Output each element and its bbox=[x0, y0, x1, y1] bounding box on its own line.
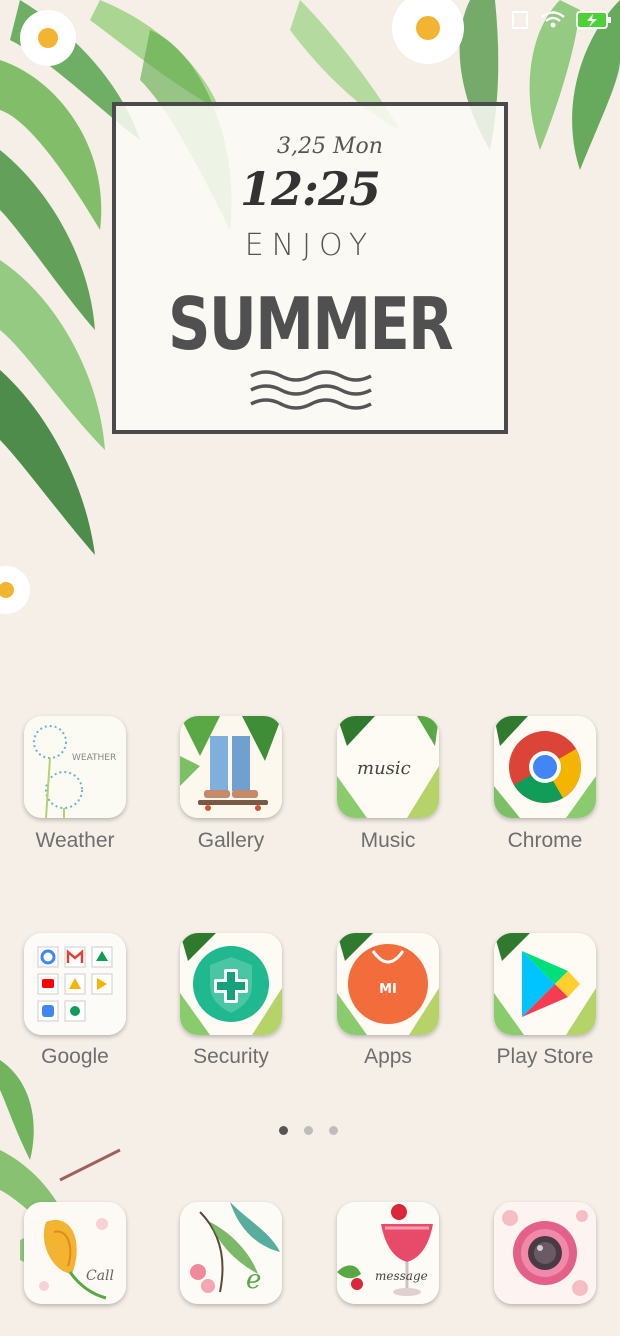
dock-messages-app[interactable]: message bbox=[337, 1202, 439, 1304]
widget-time: 12:25 bbox=[239, 162, 381, 216]
weather-app-icon[interactable]: WEATHER bbox=[24, 716, 126, 818]
dock-browser-app[interactable]: e bbox=[180, 1202, 282, 1304]
app-label-music: Music bbox=[360, 829, 416, 852]
wifi-icon bbox=[541, 11, 565, 28]
clock-widget[interactable]: 3,25 Mon 12:25 ENJOY SUMMER bbox=[112, 102, 508, 434]
message-icon-text: message bbox=[375, 1269, 428, 1283]
gallery-app-icon[interactable] bbox=[180, 716, 282, 818]
waves-icon bbox=[250, 370, 372, 410]
chrome-icon bbox=[494, 716, 596, 818]
google-folder-icon bbox=[24, 933, 126, 1035]
page-indicator[interactable] bbox=[279, 1126, 338, 1135]
music-app-icon[interactable]: music bbox=[337, 716, 439, 818]
play-store-app-icon[interactable] bbox=[494, 933, 596, 1035]
mi-apps-icon: MI bbox=[337, 933, 439, 1035]
call-icon-text: Call bbox=[86, 1268, 114, 1284]
status-bar bbox=[510, 10, 612, 30]
mi-apps-app-icon[interactable]: MI bbox=[337, 933, 439, 1035]
widget-summer-text: SUMMER bbox=[168, 282, 454, 366]
weather-icon-text: WEATHER bbox=[72, 753, 116, 763]
security-app-icon[interactable] bbox=[180, 933, 282, 1035]
weather-icon: WEATHER bbox=[24, 716, 126, 818]
battery-charging-icon bbox=[576, 11, 611, 29]
camera-icon bbox=[494, 1202, 596, 1304]
app-label-play-store: Play Store bbox=[496, 1045, 594, 1068]
play-store-icon bbox=[494, 933, 596, 1035]
music-icon: music bbox=[337, 716, 439, 818]
dock-camera-app[interactable] bbox=[494, 1202, 596, 1304]
sim-icon bbox=[512, 11, 528, 29]
music-icon-text: music bbox=[357, 758, 411, 779]
chrome-app-icon[interactable] bbox=[494, 716, 596, 818]
gallery-icon bbox=[180, 716, 282, 818]
page-dot-1[interactable] bbox=[279, 1126, 288, 1135]
dock-phone-app[interactable]: Call bbox=[24, 1202, 126, 1304]
browser-icon-text: e bbox=[246, 1265, 261, 1295]
widget-date: 3,25 Mon bbox=[277, 134, 383, 159]
app-label-chrome: Chrome bbox=[507, 829, 583, 852]
app-label-google: Google bbox=[41, 1045, 109, 1068]
app-label-apps: Apps bbox=[364, 1045, 412, 1068]
security-icon bbox=[180, 933, 282, 1035]
browser-icon: e bbox=[180, 1202, 282, 1304]
page-dot-3[interactable] bbox=[329, 1126, 338, 1135]
message-icon: message bbox=[337, 1202, 439, 1304]
mi-icon-text: MI bbox=[379, 982, 397, 997]
app-label-security: Security bbox=[193, 1045, 269, 1068]
widget-enjoy-text: ENJOY bbox=[244, 228, 376, 263]
call-icon: Call bbox=[24, 1202, 126, 1304]
google-folder[interactable] bbox=[24, 933, 126, 1035]
app-label-gallery: Gallery bbox=[197, 829, 265, 852]
page-dot-2[interactable] bbox=[304, 1126, 313, 1135]
app-label-weather: Weather bbox=[35, 829, 115, 852]
